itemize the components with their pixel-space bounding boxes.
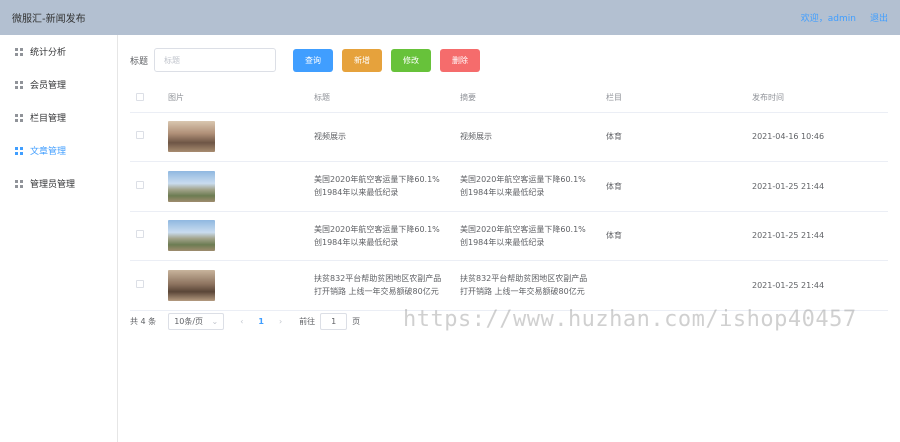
app-title: 微服汇-新闻发布 [12, 14, 86, 25]
article-title: 视频展示 [314, 132, 346, 142]
article-thumbnail [168, 121, 215, 153]
article-thumbnail [168, 220, 215, 252]
column-header-title: 标题 [308, 84, 454, 113]
sidebar-item-label: 文章管理 [30, 147, 67, 157]
chevron-down-icon: ⌄ [211, 317, 219, 326]
current-page-number[interactable]: 1 [258, 317, 264, 326]
next-page-button[interactable]: › [279, 317, 282, 326]
column-header-summary: 摘要 [454, 84, 600, 113]
page-size-value: 10条/页 [174, 317, 204, 326]
prev-page-button[interactable]: ‹ [240, 317, 243, 326]
page-size-select[interactable]: 10条/页 ⌄ [168, 313, 225, 330]
article-summary-line2: 创1984年以来最低纪录 [460, 237, 545, 247]
article-title-line2: 创1984年以来最低纪录 [314, 237, 399, 247]
main-content: 标题 标题 查询 新增 修改 删除 图片 标题 摘要 栏目 发布时间 视频展示 [118, 35, 900, 442]
sidebar-item-statistics[interactable]: 统计分析 [0, 35, 117, 68]
title-filter-label: 标题 [130, 56, 149, 67]
top-header: 微服汇-新闻发布 欢迎，admin 退出 [0, 0, 900, 35]
sidebar-item-columns[interactable]: 栏目管理 [0, 101, 117, 134]
sidebar-item-members[interactable]: 会员管理 [0, 68, 117, 101]
column-header-time: 发布时间 [746, 84, 888, 113]
article-title: 美国2020年航空客运量下降60.1% [314, 175, 440, 185]
sidebar-item-label: 会员管理 [30, 81, 67, 91]
grid-menu-icon [15, 179, 23, 188]
title-search-input[interactable]: 标题 [154, 48, 277, 72]
article-thumbnail [168, 269, 215, 301]
search-toolbar: 标题 标题 查询 新增 修改 删除 [130, 48, 888, 72]
select-all-cell [130, 84, 162, 113]
pagination-total: 共 4 条 [130, 317, 157, 326]
article-publish-time: 2021-04-16 10:46 [746, 112, 888, 162]
page-unit-label: 页 [352, 317, 361, 326]
edit-button[interactable]: 修改 [391, 48, 432, 72]
article-column [600, 260, 746, 311]
grid-menu-icon [15, 80, 23, 89]
article-publish-time: 2021-01-25 21:44 [746, 161, 888, 212]
delete-button[interactable]: 删除 [440, 48, 481, 72]
column-header-image: 图片 [162, 84, 308, 113]
watermark-text: https://www.huzhan.com/ishop40457 [403, 307, 857, 332]
article-title-line2: 打开销路 上线一年交易额破80亿元 [314, 287, 439, 297]
row-checkbox[interactable] [136, 230, 144, 239]
article-summary: 扶贫832平台帮助贫困地区农副产品 [460, 274, 588, 284]
grid-menu-icon [15, 47, 23, 56]
article-publish-time: 2021-01-25 21:44 [746, 260, 888, 311]
welcome-user-link[interactable]: 欢迎，admin [801, 11, 856, 24]
article-summary-line2: 创1984年以来最低纪录 [460, 188, 545, 198]
goto-label: 前往 [299, 317, 316, 326]
table-row[interactable]: 扶贫832平台帮助贫困地区农副产品 打开销路 上线一年交易额破80亿元 扶贫832… [130, 260, 888, 311]
sidebar-menu: 统计分析 会员管理 栏目管理 文章管理 管理员管理 [0, 35, 118, 442]
article-column: 体育 [600, 211, 746, 261]
sidebar-item-label: 管理员管理 [30, 180, 76, 190]
table-row[interactable]: 美国2020年航空客运量下降60.1% 创1984年以来最低纪录 美国2020年航… [130, 211, 888, 261]
row-checkbox[interactable] [136, 131, 144, 140]
article-summary: 视频展示 [460, 132, 492, 142]
column-header-column: 栏目 [600, 84, 746, 113]
table-row[interactable]: 美国2020年航空客运量下降60.1% 创1984年以来最低纪录 美国2020年航… [130, 161, 888, 212]
article-thumbnail [168, 170, 215, 202]
sidebar-item-articles[interactable]: 文章管理 [0, 134, 117, 167]
sidebar-item-label: 栏目管理 [30, 114, 67, 124]
article-publish-time: 2021-01-25 21:44 [746, 211, 888, 261]
article-summary-line2: 打开销路 上线一年交易额破80亿元 [460, 287, 585, 297]
table-header-row: 图片 标题 摘要 栏目 发布时间 [130, 84, 888, 113]
add-button[interactable]: 新增 [342, 48, 383, 72]
select-all-checkbox[interactable] [136, 92, 144, 101]
article-column: 体育 [600, 161, 746, 212]
row-checkbox[interactable] [136, 180, 144, 189]
article-title: 扶贫832平台帮助贫困地区农副产品 [314, 274, 442, 284]
grid-menu-icon [15, 146, 23, 155]
row-checkbox[interactable] [136, 279, 144, 288]
article-summary: 美国2020年航空客运量下降60.1% [460, 175, 586, 185]
table-row[interactable]: 视频展示 视频展示 体育 2021-04-16 10:46 [130, 112, 888, 162]
logout-link[interactable]: 退出 [870, 11, 888, 24]
article-column: 体育 [600, 112, 746, 162]
grid-menu-icon [15, 113, 23, 122]
sidebar-item-admins[interactable]: 管理员管理 [0, 167, 117, 200]
article-title-line2: 创1984年以来最低纪录 [314, 188, 399, 198]
query-button[interactable]: 查询 [293, 48, 334, 72]
article-title: 美国2020年航空客运量下降60.1% [314, 224, 440, 234]
goto-page-input[interactable]: 1 [320, 313, 348, 330]
header-user-area: 欢迎，admin 退出 [801, 11, 888, 24]
sidebar-item-label: 统计分析 [30, 48, 67, 58]
article-summary: 美国2020年航空客运量下降60.1% [460, 224, 586, 234]
articles-table: 图片 标题 摘要 栏目 发布时间 视频展示 视频展示 体育 2021-04-16… [130, 84, 888, 311]
